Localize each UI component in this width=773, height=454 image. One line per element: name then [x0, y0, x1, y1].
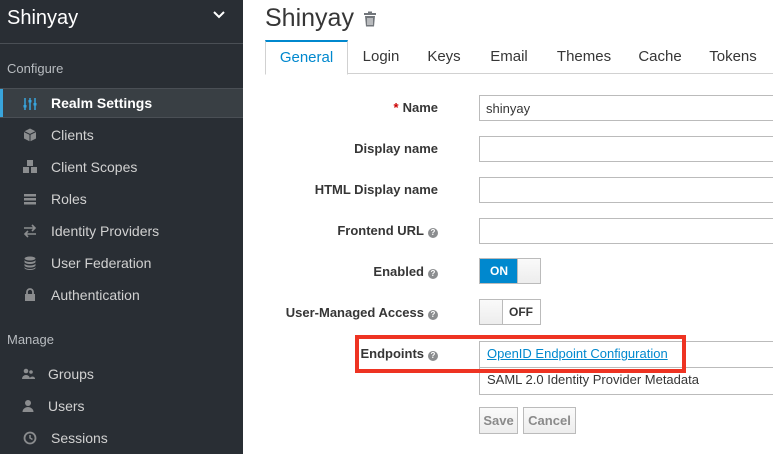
tab-keys[interactable]: Keys: [418, 40, 470, 74]
sidebar-item-users[interactable]: Users: [0, 391, 243, 421]
sidebar-item-label: User Federation: [51, 255, 152, 271]
clock-icon: [23, 431, 37, 445]
frontend-url-input[interactable]: [479, 218, 773, 244]
tab-tokens[interactable]: Tokens: [699, 40, 767, 74]
enabled-label: Enabled?: [373, 264, 438, 279]
sidebar-item-sessions[interactable]: Sessions: [0, 423, 243, 453]
toggle-on-label: ON: [480, 259, 518, 283]
enabled-toggle[interactable]: ON: [479, 258, 541, 284]
sidebar: Shinyay Configure Realm Settings Clients: [0, 0, 243, 454]
sidebar-item-label: Roles: [51, 191, 87, 207]
sidebar-item-realm-settings[interactable]: Realm Settings: [0, 88, 243, 118]
sidebar-item-roles[interactable]: Roles: [0, 184, 243, 214]
sidebar-item-label: Client Scopes: [51, 159, 138, 175]
toggle-off-label: OFF: [509, 305, 533, 319]
section-label-manage: Manage: [7, 332, 54, 347]
section-label-configure: Configure: [7, 61, 64, 76]
save-button[interactable]: Save: [479, 407, 518, 434]
enabled-label-text: Enabled: [373, 264, 424, 279]
user-managed-access-label-text: User-Managed Access: [285, 305, 424, 320]
sidebar-item-label: Users: [48, 398, 85, 414]
toggle-knob: [480, 300, 503, 324]
sidebar-item-label: Realm Settings: [51, 95, 153, 111]
list-icon: [24, 194, 36, 205]
display-name-input[interactable]: [479, 136, 773, 162]
sidebar-item-label: Sessions: [51, 430, 108, 446]
sidebar-item-identity-providers[interactable]: Identity Providers: [0, 216, 243, 246]
realm-name: Shinyay: [7, 7, 79, 29]
toggle-knob: [517, 259, 540, 283]
tab-login[interactable]: Login: [353, 40, 409, 74]
chevron-down-icon: [213, 11, 225, 19]
tab-cache[interactable]: Cache: [627, 40, 693, 74]
required-mark: *: [393, 100, 399, 115]
help-icon[interactable]: ?: [428, 310, 438, 320]
sliders-icon: [23, 98, 37, 110]
exchange-icon: [23, 224, 37, 238]
sidebar-item-label: Clients: [51, 127, 94, 143]
name-input[interactable]: [479, 95, 773, 121]
cube-icon: [23, 128, 37, 142]
tab-bar: General Login Keys Email Themes Cache To…: [265, 40, 773, 75]
user-icon: [22, 400, 34, 412]
frontend-url-label: Frontend URL?: [337, 223, 438, 238]
frontend-url-label-text: Frontend URL: [337, 223, 424, 238]
name-label-text: Name: [402, 100, 438, 115]
html-display-name-label: HTML Display name: [314, 182, 438, 197]
name-label: * Name: [394, 100, 438, 115]
user-managed-access-toggle[interactable]: OFF: [479, 299, 541, 325]
display-name-label: Display name: [354, 141, 438, 156]
sidebar-item-groups[interactable]: Groups: [0, 359, 243, 389]
cubes-icon: [23, 160, 37, 173]
realm-selector[interactable]: Shinyay: [0, 0, 243, 44]
help-icon[interactable]: ?: [428, 228, 438, 238]
sidebar-item-label: Groups: [48, 366, 94, 382]
tab-email[interactable]: Email: [479, 40, 539, 74]
cancel-button[interactable]: Cancel: [523, 407, 576, 434]
main-content: Shinyay General Login Keys Email Themes …: [243, 0, 773, 454]
highlight-annotation: [355, 335, 686, 373]
lock-icon: [25, 288, 35, 301]
sidebar-item-authentication[interactable]: Authentication: [0, 280, 243, 310]
html-display-name-input[interactable]: [479, 177, 773, 203]
tab-general[interactable]: General: [265, 40, 348, 75]
database-icon: [24, 256, 36, 270]
sidebar-item-client-scopes[interactable]: Client Scopes: [0, 152, 243, 182]
tab-themes[interactable]: Themes: [548, 40, 620, 74]
help-icon[interactable]: ?: [428, 269, 438, 279]
users-icon: [22, 368, 35, 379]
trash-icon[interactable]: [361, 10, 379, 28]
sidebar-item-user-federation[interactable]: User Federation: [0, 248, 243, 278]
user-managed-access-label: User-Managed Access?: [286, 305, 438, 320]
sidebar-item-label: Identity Providers: [51, 223, 160, 239]
sidebar-item-clients[interactable]: Clients: [0, 120, 243, 150]
sidebar-item-label: Authentication: [51, 287, 140, 303]
page-title: Shinyay: [265, 4, 354, 32]
